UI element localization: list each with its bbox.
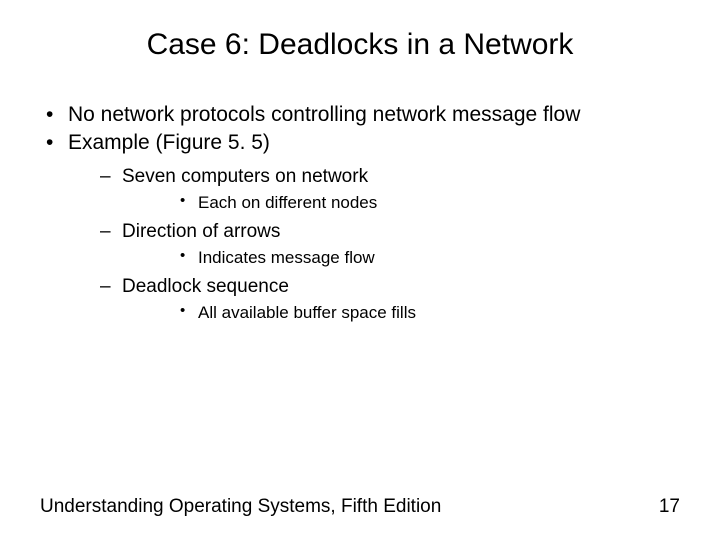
list-item: Indicates message flow [122,247,680,268]
list-item: All available buffer space fills [122,302,680,323]
footer-source: Understanding Operating Systems, Fifth E… [40,496,441,518]
bullet-list: No network protocols controlling network… [40,102,680,324]
bullet-text: Example (Figure 5. 5) [68,131,270,154]
list-item: Example (Figure 5. 5) Seven computers on… [40,130,680,323]
bullet-text: Seven computers on network [122,166,368,187]
sub-sub-list: Each on different nodes [122,192,680,213]
slide-content: No network protocols controlling network… [40,102,680,324]
bullet-text: All available buffer space fills [198,303,416,322]
list-item: Each on different nodes [122,192,680,213]
bullet-text: Deadlock sequence [122,276,289,297]
bullet-text: Indicates message flow [198,248,375,267]
bullet-text: Each on different nodes [198,193,377,212]
bullet-text: No network protocols controlling network… [68,103,580,126]
slide: Case 6: Deadlocks in a Network No networ… [0,0,720,540]
list-item: Direction of arrows Indicates message fl… [68,220,680,269]
sub-sub-list: All available buffer space fills [122,302,680,323]
slide-footer: Understanding Operating Systems, Fifth E… [40,496,680,518]
bullet-text: Direction of arrows [122,221,280,242]
list-item: No network protocols controlling network… [40,102,680,128]
page-number: 17 [659,496,680,518]
sub-sub-list: Indicates message flow [122,247,680,268]
slide-title: Case 6: Deadlocks in a Network [40,28,680,62]
list-item: Seven computers on network Each on diffe… [68,165,680,214]
sub-list: Seven computers on network Each on diffe… [68,165,680,324]
list-item: Deadlock sequence All available buffer s… [68,275,680,324]
